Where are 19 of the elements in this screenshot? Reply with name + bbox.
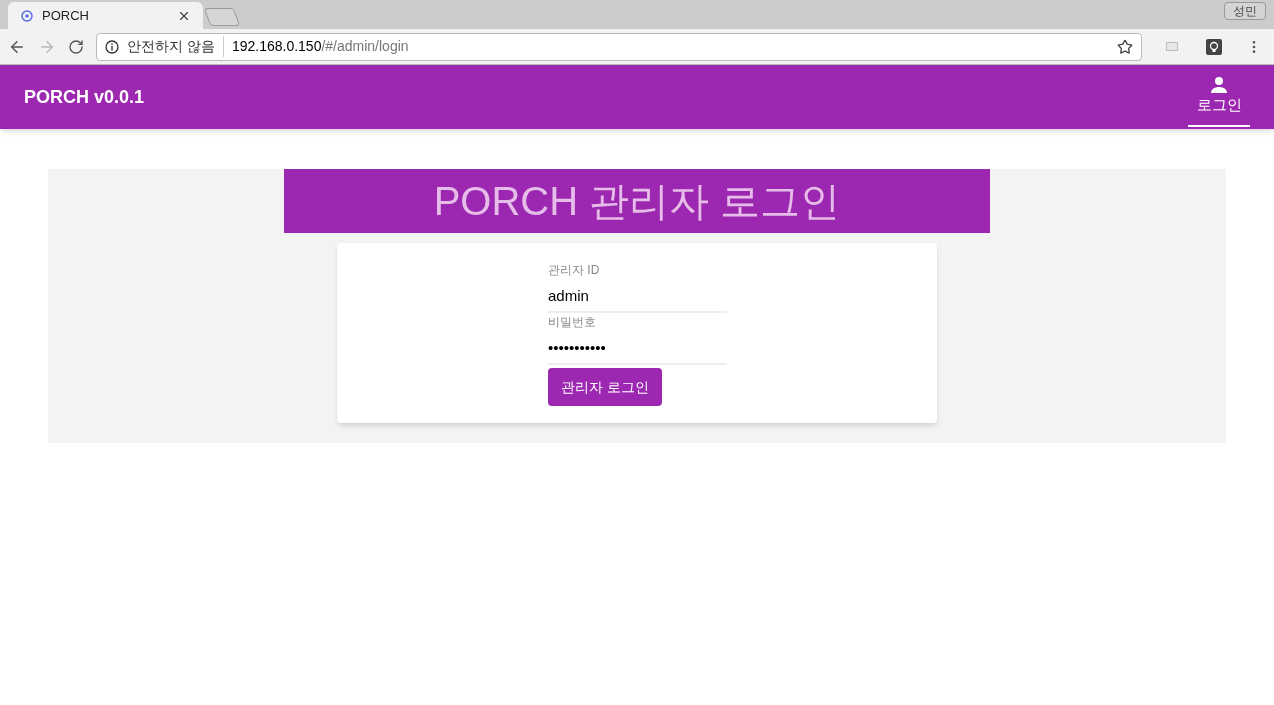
security-label: 안전하지 않음 <box>127 36 224 57</box>
browser-tab[interactable]: PORCH <box>8 2 203 29</box>
address-bar[interactable]: 안전하지 않음 192.168.0.150/#/admin/login <box>96 32 1142 61</box>
field-label: 비밀번호 <box>548 314 597 331</box>
url-text: 192.168.0.150/#/admin/login <box>231 37 410 56</box>
reload-icon[interactable] <box>68 38 84 55</box>
profile-button[interactable]: 성민 <box>1224 2 1266 20</box>
star-icon[interactable] <box>1117 38 1133 55</box>
app-title: PORCH v0.0.1 <box>24 85 146 109</box>
field-label: 관리자 ID <box>548 262 601 279</box>
person-icon <box>1210 75 1228 94</box>
login-nav-button[interactable]: 로그인 <box>1188 67 1250 127</box>
admin-login-button[interactable]: 관리자 로그인 <box>548 368 662 406</box>
bulb-icon[interactable] <box>1206 38 1222 55</box>
login-heading: PORCH 관리자 로그인 <box>284 169 990 233</box>
input-field[interactable]: admin <box>548 279 727 313</box>
input-field[interactable]: ••••••••••• <box>548 331 727 365</box>
info-icon <box>105 39 119 54</box>
tab-title: PORCH <box>42 6 90 25</box>
